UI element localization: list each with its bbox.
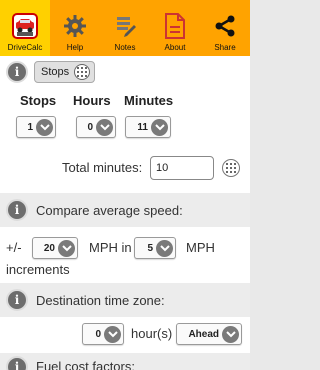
chevron-down-icon [36,118,53,136]
total-minutes-field[interactable]: 10 [150,156,214,180]
speed-section-title: Compare average speed: [36,202,183,218]
chevron-down-icon [58,239,75,257]
nav-about[interactable]: About [150,0,200,56]
timezone-header: i Destination time zone: [0,283,250,317]
total-minutes-label: Total minutes: [62,160,143,175]
main-content: i Stops Stops Hours Minutes 1 0 11 Total… [0,56,250,370]
top-nav-bar: DriveCalc Help Notes About Share [0,0,250,56]
chevron-down-icon [151,118,168,136]
fuel-section: i Fuel cost factors: [0,353,250,370]
timezone-section: i Destination time zone: 0 hour(s) Ahead [0,283,250,353]
nav-notes[interactable]: Notes [100,0,150,56]
nav-label-drivecalc: DriveCalc [7,43,43,52]
stops-button[interactable]: Stops [34,61,96,83]
speed-section: i Compare average speed: +/- 20 MPH in 5… [0,193,250,281]
notes-icon [113,9,137,43]
minutes-select-value: 11 [137,121,148,133]
timezone-direction-value: Ahead [188,328,219,340]
hours-unit-label: hour(s) [131,326,173,341]
mph-increment-select[interactable]: 5 [134,237,176,259]
chevron-down-icon [222,325,239,343]
nav-label-share: Share [214,43,236,52]
speed-header: i Compare average speed: [0,193,250,227]
car-icon [12,9,38,43]
mph-in-label: MPH in [89,240,132,255]
calculator-button[interactable] [222,159,240,177]
document-icon [164,9,186,43]
stops-column-header: Stops [20,93,57,108]
mph-increment-value: 5 [147,242,153,254]
stops-header: i Stops [0,56,250,88]
share-icon [213,9,237,43]
mph-range-value: 20 [43,242,55,254]
hours-column-header: Hours [73,93,111,108]
stops-select[interactable]: 1 [16,116,56,138]
chevron-down-icon [96,118,113,136]
nav-label-help: Help [66,43,84,52]
stops-section: i Stops Stops Hours Minutes 1 0 11 Total… [0,56,250,190]
nav-drivecalc[interactable]: DriveCalc [0,0,50,56]
timezone-section-title: Destination time zone: [36,292,165,308]
fuel-section-title: Fuel cost factors: [36,359,135,370]
gear-icon [63,9,87,43]
plus-minus-label: +/- [6,240,22,255]
timezone-direction-select[interactable]: Ahead [176,323,242,345]
info-icon[interactable]: i [6,289,28,311]
nav-share[interactable]: Share [200,0,250,56]
stops-select-value: 1 [27,121,33,133]
fuel-header: i Fuel cost factors: [0,353,250,370]
timezone-hours-value: 0 [95,328,101,340]
nav-help[interactable]: Help [50,0,100,56]
mph-range-select[interactable]: 20 [32,237,78,259]
mph-unit-label: MPH [186,240,215,255]
hours-select[interactable]: 0 [76,116,116,138]
minutes-select[interactable]: 11 [125,116,171,138]
chevron-down-icon [104,325,121,343]
calculator-icon [74,64,91,80]
stops-button-label: Stops [41,66,70,78]
info-icon[interactable]: i [6,61,28,83]
info-icon[interactable]: i [6,356,28,370]
hours-select-value: 0 [87,121,93,133]
timezone-hours-select[interactable]: 0 [82,323,124,345]
chevron-down-icon [156,239,173,257]
nav-label-about: About [164,43,186,52]
minutes-column-header: Minutes [124,93,174,108]
nav-label-notes: Notes [114,43,136,52]
increments-label: increments [6,262,70,277]
calculator-icon [226,163,236,173]
info-icon[interactable]: i [6,199,28,221]
